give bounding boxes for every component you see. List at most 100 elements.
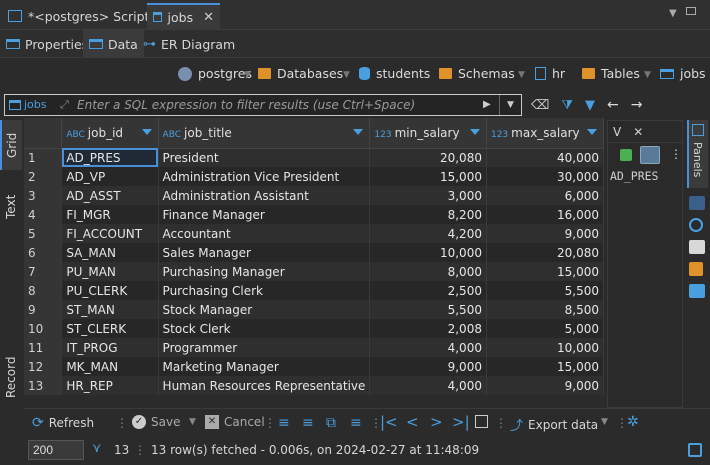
grouping-icon[interactable] (689, 218, 703, 232)
chevron-down-icon[interactable]: ▼ (343, 70, 350, 80)
cell-max-salary[interactable]: 9,000 (486, 224, 604, 243)
cell-min-salary[interactable]: 5,500 (369, 300, 487, 319)
chevron-down-icon[interactable]: ▼ (244, 70, 251, 80)
cell-job-id[interactable]: PU_MAN (61, 262, 159, 281)
close-icon[interactable]: ✕ (633, 125, 643, 139)
tab-er-diagram[interactable]: ⊶ ER Diagram (137, 30, 241, 58)
add-row-icon[interactable]: ≡ (302, 415, 314, 431)
copy-row-icon[interactable]: ⧉ (326, 415, 336, 431)
cell-min-salary[interactable]: 4,200 (369, 224, 487, 243)
tab-record[interactable]: Record (0, 348, 22, 406)
sort-icon[interactable] (353, 129, 364, 135)
save-icon[interactable] (620, 149, 632, 161)
cell-max-salary[interactable]: 40,000 (486, 148, 604, 167)
table-row[interactable]: 9 ST_MAN Stock Manager 5,500 8,500 (24, 300, 604, 319)
calc-icon[interactable] (689, 262, 703, 276)
cell-job-title[interactable]: Purchasing Manager (158, 262, 371, 281)
cell-min-salary[interactable]: 2,500 (369, 281, 487, 300)
cell-job-title[interactable]: Accountant (158, 224, 371, 243)
filter-settings-icon[interactable]: ⧩ (561, 98, 573, 113)
breadcrumb-db[interactable]: students (359, 66, 430, 81)
forward-icon[interactable]: → (631, 97, 643, 113)
eraser-icon[interactable]: ⌫ (531, 98, 549, 113)
cell-min-salary[interactable]: 15,000 (369, 167, 487, 186)
table-row[interactable]: 12 MK_MAN Marketing Manager 9,000 15,000 (24, 357, 604, 376)
cell-job-id[interactable]: ST_CLERK (61, 319, 159, 338)
column-header-job-title[interactable]: ABC job_title (158, 118, 371, 149)
breadcrumb-connection[interactable]: postgres (178, 66, 252, 81)
table-row[interactable]: 6 SA_MAN Sales Manager 10,000 20,080 (24, 243, 604, 262)
more-icon[interactable]: ⋮ (264, 416, 276, 430)
first-page-icon[interactable]: |< (380, 413, 398, 431)
cell-max-salary[interactable]: 30,000 (486, 167, 604, 186)
fetch-limit-input[interactable] (28, 440, 84, 460)
cancel-button[interactable]: ✕ Cancel (205, 415, 265, 429)
settings-icon[interactable]: ✲ (627, 414, 639, 430)
cell-job-id[interactable]: IT_PROG (61, 338, 159, 357)
sort-icon[interactable] (141, 129, 152, 135)
expand-icon[interactable]: ⤢ (60, 98, 69, 112)
cell-job-title[interactable]: Sales Manager (158, 243, 371, 262)
cell-min-salary[interactable]: 8,000 (369, 262, 487, 281)
cell-max-salary[interactable]: 5,500 (486, 281, 604, 300)
edit-row-icon[interactable]: ≡ (278, 415, 290, 431)
chevron-down-icon[interactable]: ▼ (518, 70, 525, 80)
chevron-down-icon[interactable]: ▼ (189, 417, 196, 427)
cell-max-salary[interactable]: 9,000 (486, 376, 604, 395)
cell-min-salary[interactable]: 2,008 (369, 319, 487, 338)
value-panel-tab[interactable]: V (613, 125, 621, 139)
tab-grid[interactable]: Grid (0, 120, 22, 170)
cell-job-id[interactable]: ST_MAN (61, 300, 159, 319)
cell-job-title[interactable]: Administration Assistant (158, 186, 371, 205)
cell-max-salary[interactable]: 15,000 (486, 357, 604, 376)
table-row[interactable]: 4 FI_MGR Finance Manager 8,200 16,000 (24, 205, 604, 224)
cell-job-id[interactable]: AD_PRES (61, 148, 159, 167)
maximize-icon[interactable] (686, 7, 696, 15)
metadata-icon[interactable] (689, 196, 705, 210)
fetch-all-icon[interactable] (475, 415, 488, 428)
cell-job-title[interactable]: Programmer (158, 338, 371, 357)
close-icon[interactable]: ✕ (203, 10, 214, 25)
breadcrumb-tables[interactable]: Tables (582, 66, 640, 81)
table-row[interactable]: 5 FI_ACCOUNT Accountant 4,200 9,000 (24, 224, 604, 243)
tab-properties[interactable]: Properties (0, 30, 94, 58)
cell-job-title[interactable]: President (158, 148, 371, 167)
column-header-min-salary[interactable]: 123 min_salary (369, 118, 487, 149)
cell-min-salary[interactable]: 8,200 (369, 205, 487, 224)
references-icon[interactable] (689, 240, 705, 254)
next-page-icon[interactable]: > (430, 413, 443, 431)
cell-max-salary[interactable]: 20,080 (486, 243, 604, 262)
filter-input[interactable]: jobs ⤢ Enter a SQL expression to filter … (4, 94, 522, 116)
chevron-down-icon[interactable]: ▼ (507, 100, 514, 110)
table-row[interactable]: 3 AD_ASST Administration Assistant 3,000 6,0… (24, 186, 604, 205)
breadcrumb-databases[interactable]: Databases (258, 66, 343, 81)
cell-min-salary[interactable]: 4,000 (369, 376, 487, 395)
delete-row-icon[interactable]: ≡ (350, 415, 362, 431)
cell-max-salary[interactable]: 8,500 (486, 300, 604, 319)
cell-max-salary[interactable]: 10,000 (486, 338, 604, 357)
breadcrumb-table[interactable]: jobs (660, 66, 706, 81)
cell-job-id[interactable]: AD_ASST (61, 186, 159, 205)
results-grid[interactable]: ABC job_id ABC job_title 123 min_salary 123… (24, 118, 604, 408)
auto-apply-icon[interactable] (640, 146, 660, 164)
cell-job-id[interactable]: FI_MGR (61, 205, 159, 224)
cell-max-salary[interactable]: 16,000 (486, 205, 604, 224)
cell-min-salary[interactable]: 10,000 (369, 243, 487, 262)
table-row[interactable]: 1 AD_PRES President 20,080 40,000 (24, 148, 604, 167)
cell-job-title[interactable]: Stock Clerk (158, 319, 371, 338)
cell-job-id[interactable]: HR_REP (61, 376, 159, 395)
layout-icon[interactable] (688, 443, 702, 457)
cell-job-title[interactable]: Administration Vice President (158, 167, 371, 186)
cell-job-id[interactable]: FI_ACCOUNT (61, 224, 159, 243)
cell-job-title[interactable]: Finance Manager (158, 205, 371, 224)
breadcrumb-schemas[interactable]: Schemas (439, 66, 515, 81)
cell-job-title[interactable]: Marketing Manager (158, 357, 371, 376)
cell-job-id[interactable]: PU_CLERK (61, 281, 159, 300)
table-row[interactable]: 10 ST_CLERK Stock Clerk 2,008 5,000 (24, 319, 604, 338)
last-page-icon[interactable]: >| (452, 413, 470, 431)
value-viewer-icon[interactable] (689, 284, 705, 298)
column-header-job-id[interactable]: ABC job_id (61, 118, 159, 149)
breadcrumb-schema[interactable]: hr (535, 66, 565, 81)
prev-page-icon[interactable]: < (406, 413, 419, 431)
sort-icon[interactable] (469, 129, 480, 135)
